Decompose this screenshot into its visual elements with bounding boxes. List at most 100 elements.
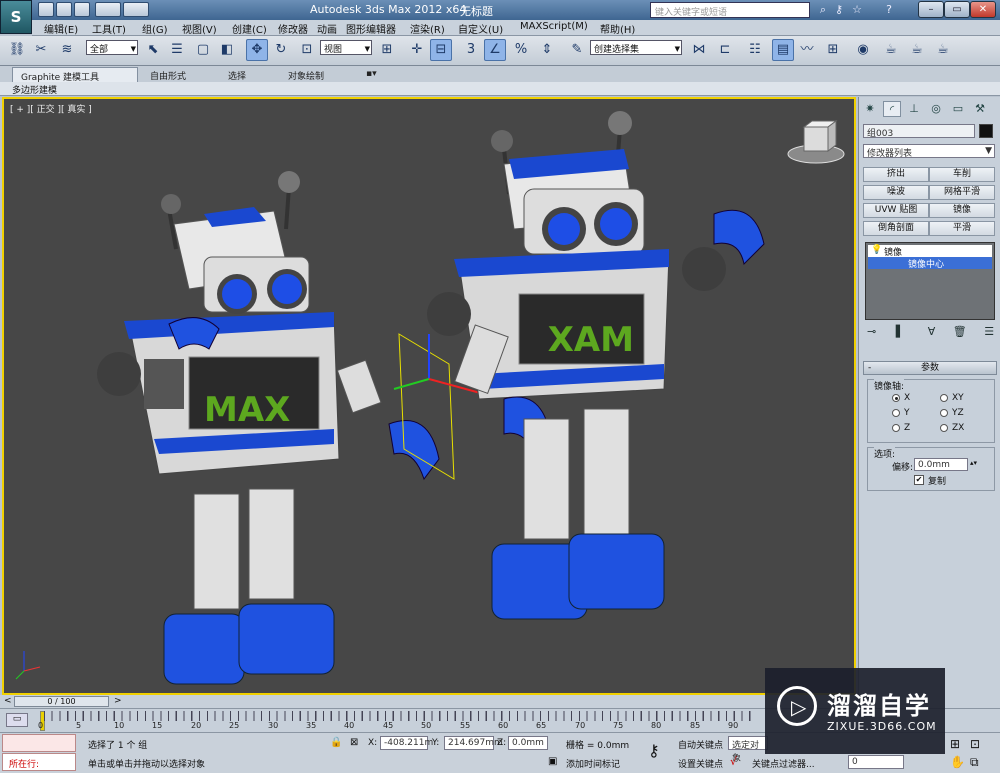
axis-xy-radio[interactable] [940, 394, 948, 402]
remove-modifier-icon[interactable]: 🗑 [953, 325, 967, 338]
extrude-button[interactable]: 挤出 [863, 167, 929, 182]
smooth-button[interactable]: 平滑 [929, 221, 995, 236]
current-frame-field[interactable]: 0 [848, 755, 904, 769]
zoom-all-icon[interactable]: ⊡ [970, 737, 980, 751]
menu-customize[interactable]: 自定义(U) [458, 21, 503, 36]
graphite-toggle-icon[interactable]: ▤ [772, 39, 794, 61]
star-icon[interactable]: ☆ [850, 3, 864, 17]
meshsmooth-button[interactable]: 网格平滑 [929, 185, 995, 200]
scale-icon[interactable]: ⊡ [296, 39, 318, 61]
menu-create[interactable]: 创建(C) [232, 21, 267, 36]
uvw-map-button[interactable]: UVW 贴图 [863, 203, 929, 218]
align-icon[interactable]: ⊏ [714, 39, 736, 61]
mirror-button[interactable]: 镜像 [929, 203, 995, 218]
named-selection-dropdown[interactable]: 创建选择集 ▼ [590, 40, 682, 55]
offset-spinner[interactable]: 0.0mm [914, 458, 968, 471]
mirror-icon[interactable]: ⋈ [688, 39, 710, 61]
help-icon[interactable]: ? [882, 3, 896, 17]
copy-checkbox[interactable]: ✔ [914, 475, 924, 485]
parameters-rollout[interactable]: - 参数 [863, 361, 997, 375]
menu-help[interactable]: 帮助(H) [600, 21, 635, 36]
maxscript-mini-listener[interactable]: 所在行: [2, 753, 76, 771]
reference-coord-dropdown[interactable]: 视图 ▼ [320, 40, 372, 55]
menu-views[interactable]: 视图(V) [182, 21, 217, 36]
menu-edit[interactable]: 编辑(E) [44, 21, 78, 36]
window-crossing-icon[interactable]: ◧ [216, 39, 238, 61]
render-production-icon[interactable]: ☕ [932, 39, 954, 61]
menu-graph-editors[interactable]: 图形编辑器 [346, 21, 396, 36]
selected-object-dropdown[interactable]: 选定对象 [728, 736, 768, 764]
stack-item-mirror[interactable]: 💡 镜像 [868, 245, 992, 258]
next-frame-icon[interactable]: > [114, 696, 122, 706]
y-coordinate-field[interactable]: 214.697mm [444, 736, 503, 750]
redo-icon[interactable] [123, 2, 149, 17]
axis-zx-radio[interactable] [940, 424, 948, 432]
axis-z-radio[interactable] [892, 424, 900, 432]
prev-frame-icon[interactable]: < [4, 696, 12, 706]
unlink-icon[interactable]: ✂ [30, 39, 52, 61]
set-key-button[interactable]: 设置关键点 [678, 757, 723, 770]
select-manipulate-icon[interactable]: ✛ [406, 39, 428, 61]
hierarchy-tab-icon[interactable]: ⊥ [905, 101, 923, 117]
transform-mode-icon[interactable]: ⊠ [350, 737, 358, 748]
menu-tools[interactable]: 工具(T) [92, 21, 126, 36]
axis-y-radio[interactable] [892, 409, 900, 417]
axis-x-radio[interactable] [892, 394, 900, 402]
x-coordinate-field[interactable]: -408.211m [380, 736, 433, 750]
menu-rendering[interactable]: 渲染(R) [410, 21, 445, 36]
motion-tab-icon[interactable]: ◎ [927, 101, 945, 117]
pan-icon[interactable]: ✋ [950, 755, 965, 769]
tab-graphite[interactable]: Graphite 建模工具 [12, 67, 138, 83]
curve-editor-icon[interactable]: 〰 [796, 39, 818, 61]
utilities-tab-icon[interactable]: ⚒ [971, 101, 989, 117]
bind-space-warp-icon[interactable]: ≋ [56, 39, 78, 61]
select-by-name-icon[interactable]: ☰ [166, 39, 188, 61]
search-icon[interactable]: ⌕ [816, 3, 830, 17]
link-icon[interactable]: ⛓ [6, 39, 28, 61]
lightbulb-icon[interactable]: 💡 [871, 245, 882, 255]
move-icon[interactable]: ✥ [246, 39, 268, 61]
new-file-icon[interactable] [38, 2, 54, 17]
pin-stack-icon[interactable]: ⊸ [867, 325, 876, 338]
keyboard-shortcut-override-icon[interactable]: ⊟ [430, 39, 452, 61]
menu-modifiers[interactable]: 修改器 [278, 21, 308, 36]
lock-icon[interactable]: 🔒 [330, 737, 342, 748]
open-file-icon[interactable] [56, 2, 72, 17]
lathe-button[interactable]: 车削 [929, 167, 995, 182]
object-color-swatch[interactable] [979, 124, 993, 138]
stack-item-mirror-center[interactable]: 镜像中心 [868, 257, 992, 270]
schematic-view-icon[interactable]: ⊞ [822, 39, 844, 61]
search-input[interactable]: 键入关键字或短语 [650, 2, 810, 18]
time-tag-icon[interactable]: ▣ [548, 756, 557, 767]
percent-snap-icon[interactable]: % [510, 39, 532, 61]
axis-yz-radio[interactable] [940, 409, 948, 417]
key-filters-button[interactable]: 关键点过滤器... [752, 757, 815, 770]
show-end-result-icon[interactable]: ▌ [896, 325, 904, 338]
menu-animation[interactable]: 动画 [317, 21, 337, 36]
modifier-stack[interactable]: 💡 镜像 镜像中心 [865, 242, 995, 320]
configure-sets-icon[interactable]: ☰ [984, 325, 994, 338]
key-icon[interactable]: ⚷ [832, 3, 846, 17]
rotate-icon[interactable]: ↻ [270, 39, 292, 61]
layer-manager-icon[interactable]: ☷ [744, 39, 766, 61]
polygon-modeling-label[interactable]: 多边形建模 [12, 83, 57, 96]
rendered-frame-icon[interactable]: ☕ [906, 39, 928, 61]
tab-object-paint[interactable]: 对象绘制 [280, 67, 332, 82]
undo-icon[interactable] [95, 2, 121, 17]
modifier-list-dropdown[interactable]: 修改器列表 ▼ [863, 144, 995, 159]
spinner-arrows-icon[interactable]: ▴▾ [970, 459, 977, 467]
time-slider-thumb[interactable]: 0 / 100 [14, 696, 109, 707]
edit-named-selection-icon[interactable]: ✎ [566, 39, 588, 61]
maxscript-listener[interactable] [2, 734, 76, 752]
menu-maxscript[interactable]: MAXScript(M) [520, 21, 588, 32]
menu-group[interactable]: 组(G) [142, 21, 168, 36]
spinner-snap-icon[interactable]: ⇕ [536, 39, 558, 61]
selection-filter-dropdown[interactable]: 全部 ▼ [86, 40, 138, 55]
ribbon-options-icon[interactable]: ▪▾ [358, 67, 385, 82]
object-name-field[interactable]: 组003 [863, 124, 975, 139]
pivot-center-icon[interactable]: ⊞ [376, 39, 398, 61]
set-key-icon[interactable]: ⚷ [648, 741, 660, 760]
add-time-tag[interactable]: 添加时间标记 [566, 757, 620, 770]
angle-snap-icon[interactable]: ∠ [484, 39, 506, 61]
modify-tab-icon[interactable]: ◜ [883, 101, 901, 117]
